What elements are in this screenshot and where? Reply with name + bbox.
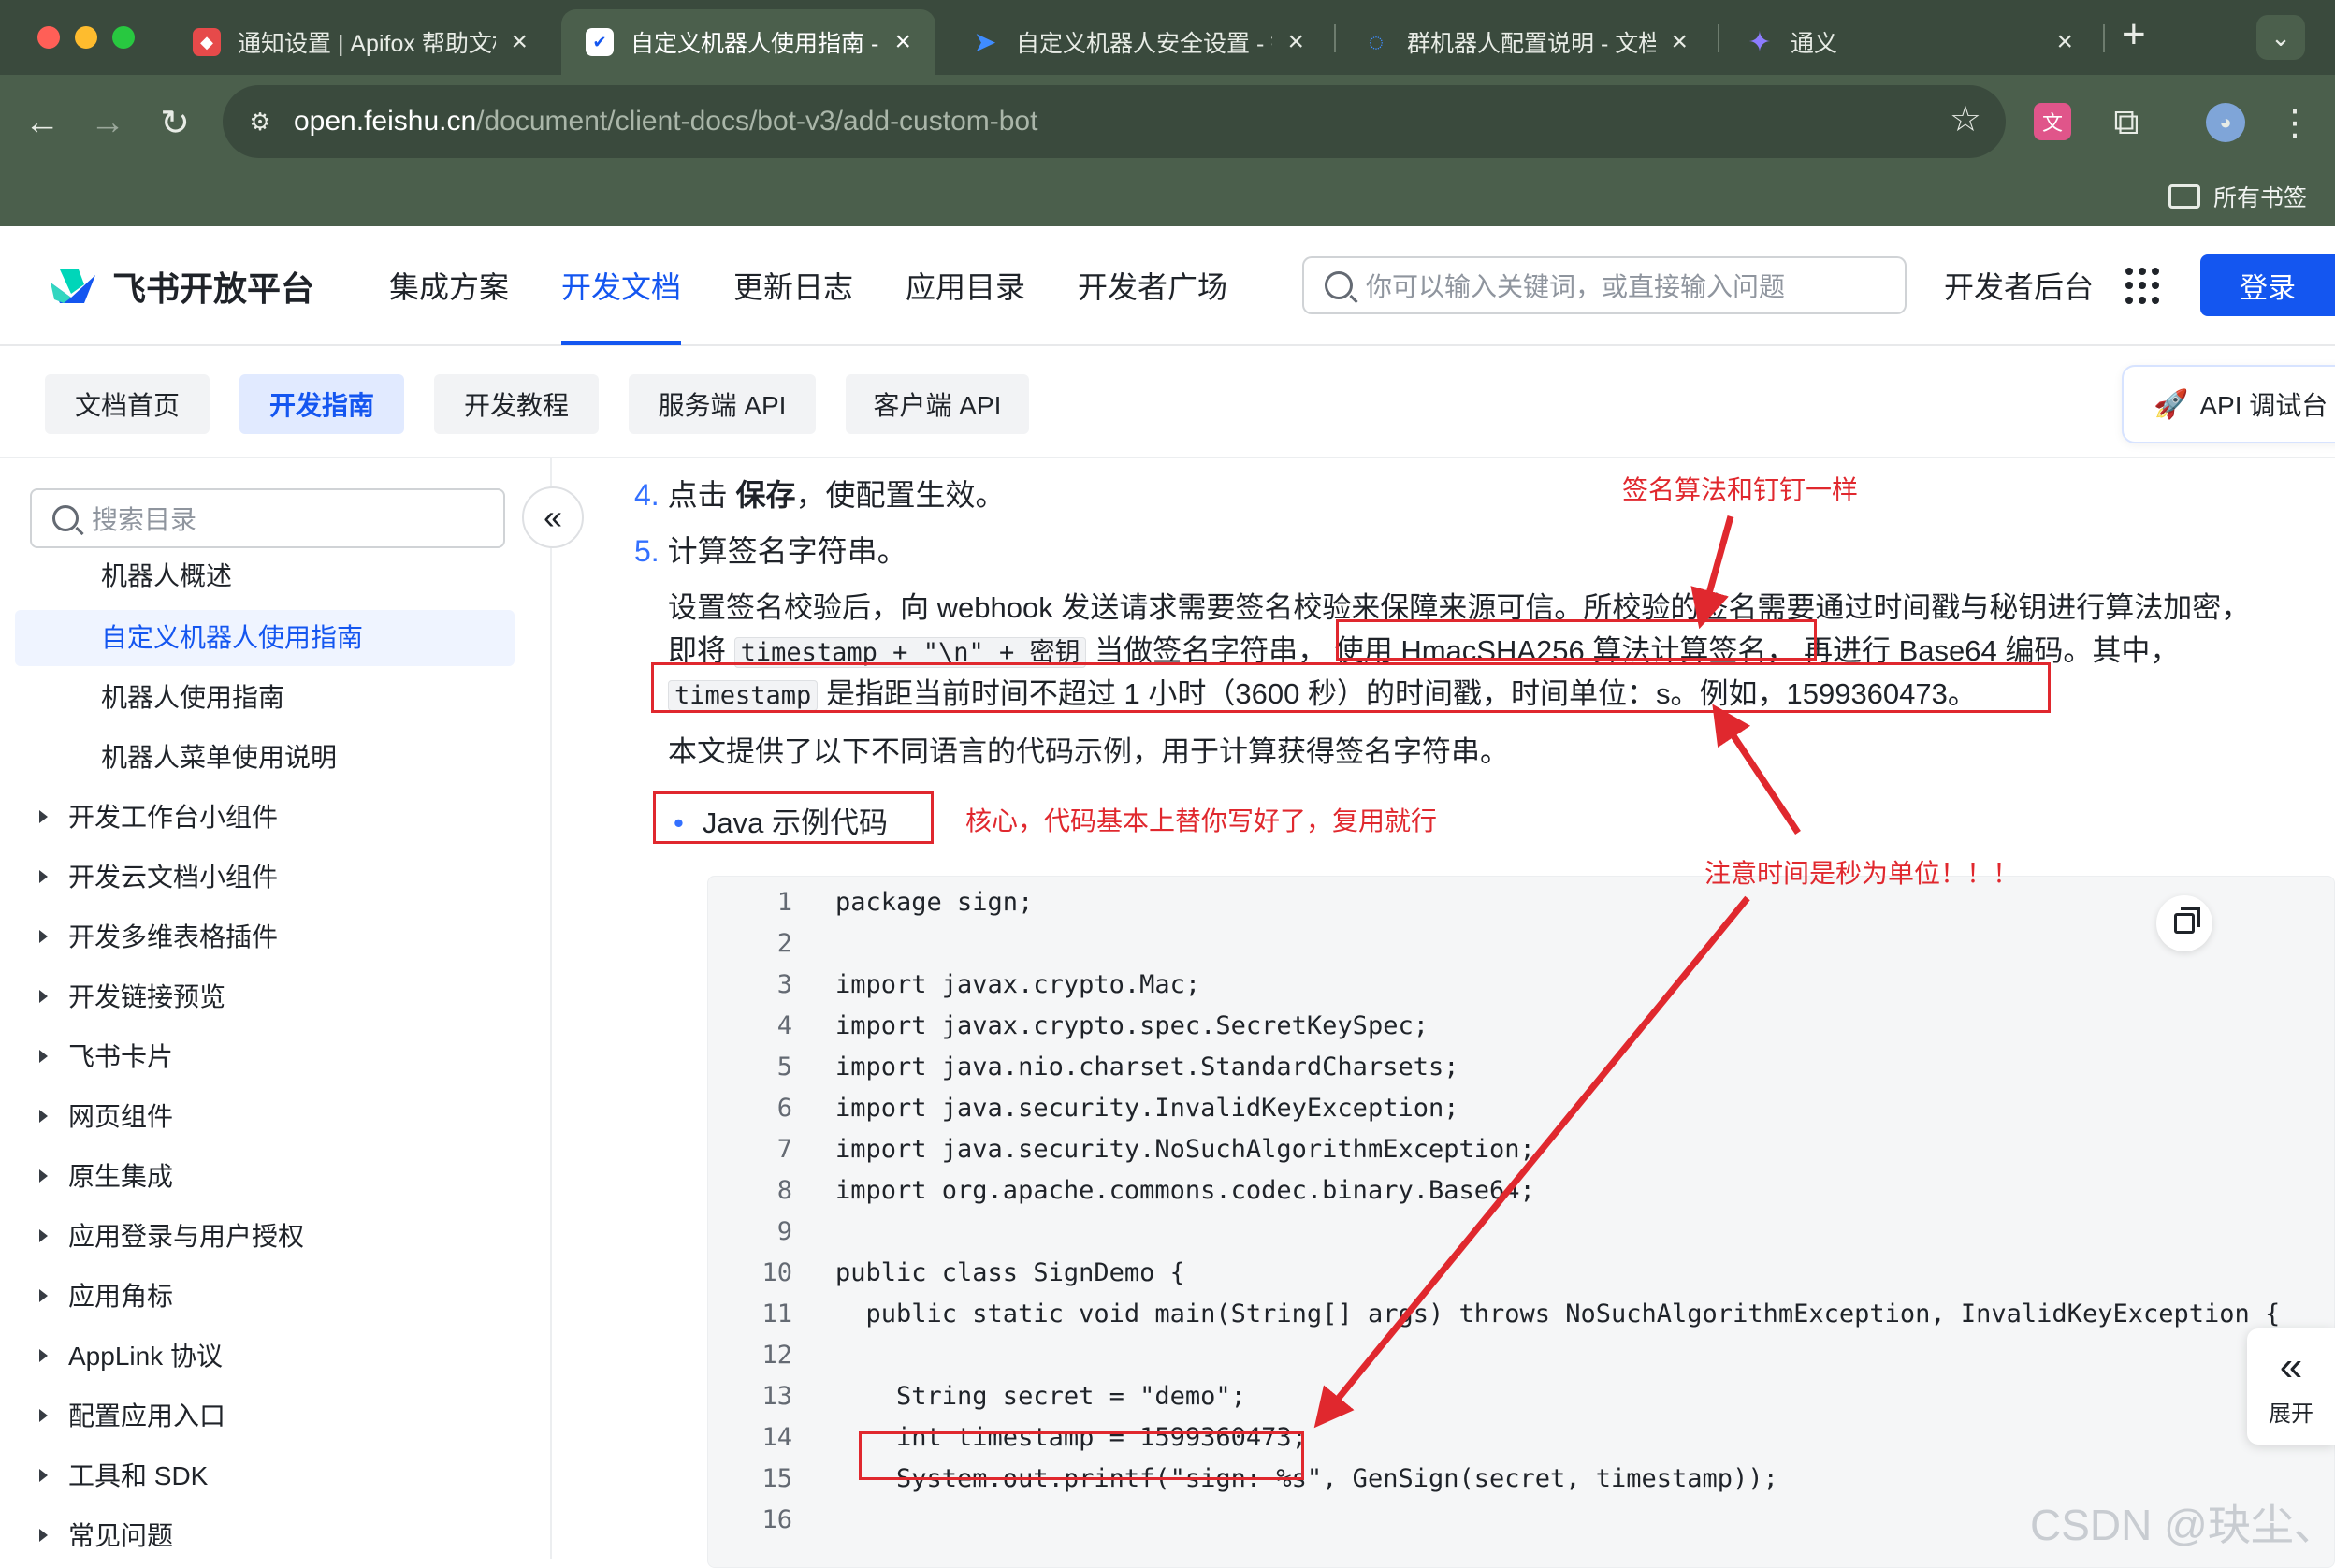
arrow-to-hmac — [1690, 515, 1734, 630]
arrow-to-timestamp — [1712, 704, 1801, 835]
csdn-watermark: CSDN @玦尘、 — [2030, 1501, 2335, 1549]
expand-toc-button[interactable]: « 展开 — [2247, 1328, 2335, 1445]
annotation-arrows — [1313, 515, 1801, 1429]
double-chevron-left-icon: « — [2279, 1343, 2303, 1389]
arrow-to-code — [1313, 895, 1750, 1429]
